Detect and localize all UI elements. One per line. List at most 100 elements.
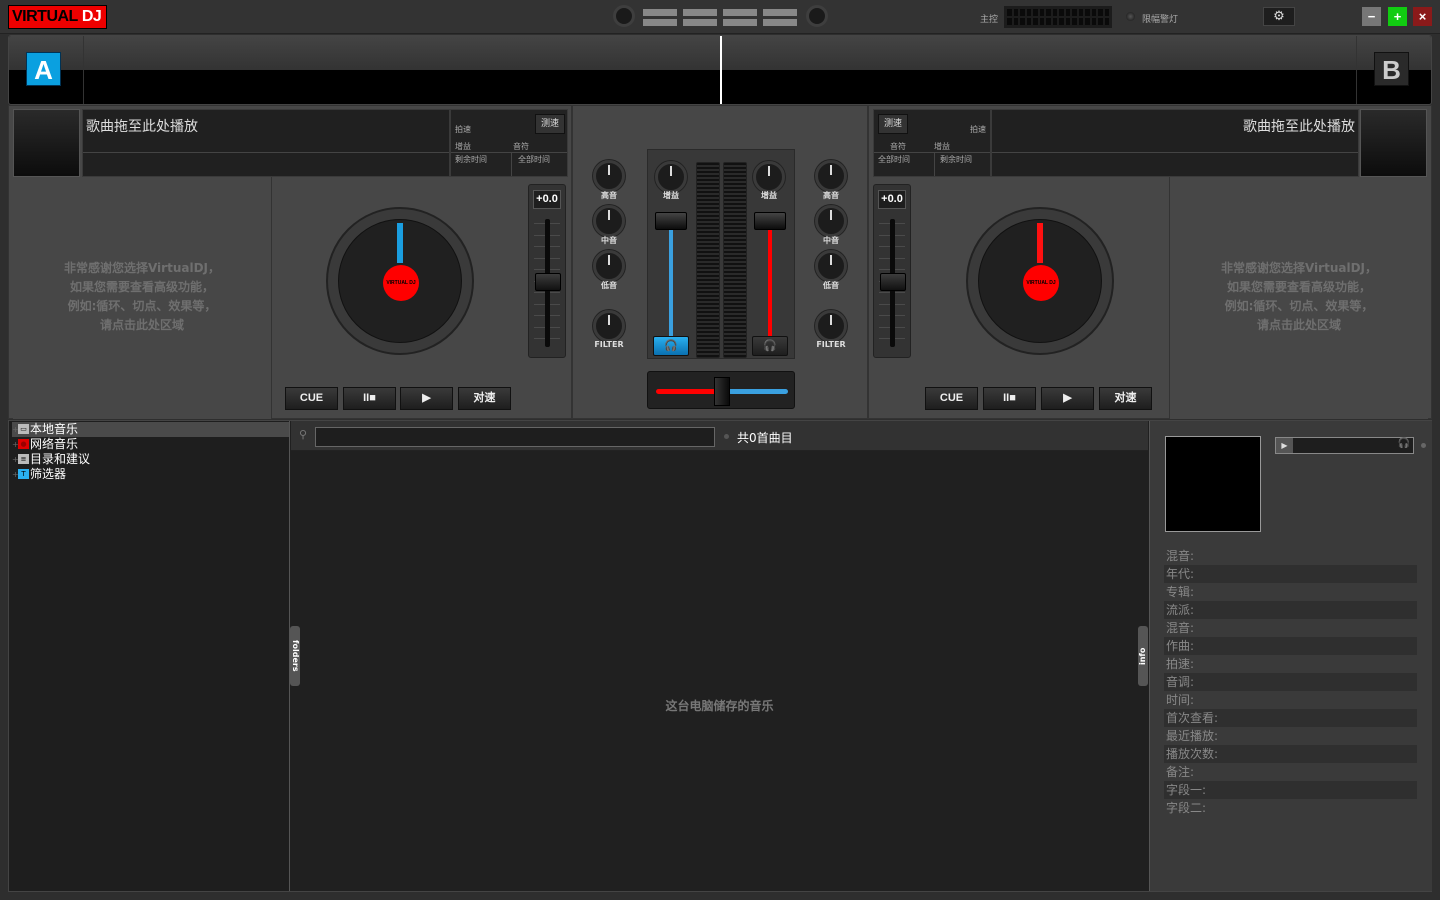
layout-bar-1[interactable] bbox=[643, 9, 677, 16]
divider bbox=[1356, 36, 1357, 104]
deck-a-vu-meter bbox=[696, 162, 720, 358]
folder-tree: + ▭ 本地音乐 + ● 网络音乐 + ≡ 目录和建议 + T 筛选器 bbox=[9, 421, 290, 891]
pitch-handle[interactable] bbox=[880, 273, 906, 291]
play-icon[interactable]: ▶ bbox=[1276, 438, 1293, 453]
deck-a-high-eq-knob[interactable] bbox=[593, 160, 625, 192]
crossfader[interactable] bbox=[647, 371, 795, 409]
network-icon: ● bbox=[18, 439, 29, 449]
tree-item-filters[interactable]: + T 筛选器 bbox=[12, 467, 289, 482]
info-field-row[interactable]: 字段二: bbox=[1164, 799, 1417, 817]
deck-b-pause-button[interactable]: II■ bbox=[983, 387, 1036, 410]
meter-segment bbox=[1052, 18, 1057, 25]
meter-segment bbox=[1046, 18, 1051, 25]
info-field-row[interactable]: 拍速: bbox=[1164, 655, 1417, 673]
layout-bar-2b[interactable] bbox=[683, 19, 717, 26]
deck-b-jog-wheel[interactable]: VIRTUAL DJ bbox=[966, 207, 1114, 355]
info-tab[interactable]: info bbox=[1138, 626, 1148, 686]
search-input[interactable] bbox=[315, 427, 715, 447]
deck-a-cue-button[interactable]: CUE bbox=[285, 387, 338, 410]
deck-a-gain-knob[interactable] bbox=[655, 161, 687, 193]
info-field-row[interactable]: 混音: bbox=[1164, 547, 1417, 565]
layout-bar-2[interactable] bbox=[683, 9, 717, 16]
gain-label: 增益 bbox=[663, 191, 679, 200]
deck-a-headphone-button[interactable]: 🎧 bbox=[653, 336, 689, 356]
layout-bar-4b[interactable] bbox=[763, 19, 797, 26]
meter-segment bbox=[1007, 9, 1012, 16]
maximize-icon: + bbox=[1393, 9, 1402, 24]
info-field-row[interactable]: 音调: bbox=[1164, 673, 1417, 691]
deck-a-low-eq-knob[interactable] bbox=[593, 250, 625, 282]
deck-b-volume-fader[interactable] bbox=[754, 212, 786, 230]
folders-tab[interactable]: folders bbox=[290, 626, 300, 686]
info-field-row[interactable]: 最近播放: bbox=[1164, 727, 1417, 745]
deck-b-title-box[interactable]: 歌曲拖至此处播放 bbox=[991, 109, 1359, 177]
deck-a-pause-button[interactable]: II■ bbox=[343, 387, 396, 410]
deck-a-mid-eq-knob[interactable] bbox=[593, 205, 625, 237]
deck-a-tap-button[interactable]: 测速 bbox=[535, 114, 565, 134]
deck-a-badge[interactable]: A bbox=[26, 52, 61, 86]
deck-a-pitch-slider[interactable]: +0.0 bbox=[528, 184, 566, 358]
info-field-row[interactable]: 备注: bbox=[1164, 763, 1417, 781]
remain-time-label[interactable]: 剩余时间 bbox=[940, 154, 972, 165]
remain-time-label[interactable]: 剩余时间 bbox=[455, 154, 487, 165]
deck-b-high-eq-knob[interactable] bbox=[815, 160, 847, 192]
options-dot-icon[interactable] bbox=[1421, 443, 1426, 448]
deck-a-volume-fader[interactable] bbox=[655, 212, 687, 230]
deck-a-sync-button[interactable]: 对速 bbox=[458, 387, 511, 410]
info-field-row[interactable]: 字段一: bbox=[1164, 781, 1417, 799]
total-time-label[interactable]: 全部时间 bbox=[518, 154, 550, 165]
info-field-row[interactable]: 混音: bbox=[1164, 619, 1417, 637]
info-field-row[interactable]: 作曲: bbox=[1164, 637, 1417, 655]
meter-segment bbox=[1052, 9, 1057, 16]
deck-a-jog-wheel[interactable]: VIRTUAL DJ bbox=[326, 207, 474, 355]
deck-a-title-box[interactable]: 歌曲拖至此处播放 bbox=[82, 109, 450, 177]
tree-item-local-music[interactable]: + ▭ 本地音乐 bbox=[12, 422, 289, 437]
deck-a-promo-area[interactable]: 非常感谢您选择VirtualDJ， 如果您需要查看高级功能， 例如:循环、切点、… bbox=[13, 177, 272, 419]
divider bbox=[511, 153, 512, 176]
options-dot-icon[interactable] bbox=[724, 434, 729, 439]
deck-b-pitch-slider[interactable]: +0.0 bbox=[873, 184, 911, 358]
minimize-button[interactable]: − bbox=[1362, 7, 1381, 26]
divider bbox=[874, 152, 990, 153]
deck-b-tap-button[interactable]: 测速 bbox=[878, 114, 908, 134]
info-field-row[interactable]: 年代: bbox=[1164, 565, 1417, 583]
info-field-row[interactable]: 专辑: bbox=[1164, 583, 1417, 601]
pitch-handle[interactable] bbox=[535, 273, 561, 291]
deck-b-badge[interactable]: B bbox=[1374, 52, 1409, 86]
info-field-row[interactable]: 流派: bbox=[1164, 601, 1417, 619]
total-time-label[interactable]: 全部时间 bbox=[878, 154, 910, 165]
layout-knob-right[interactable] bbox=[806, 5, 828, 27]
deck-a-position-marker bbox=[397, 223, 403, 263]
prelisten-player[interactable]: ▶ 🎧 bbox=[1275, 437, 1414, 454]
deck-b-low-eq-knob[interactable] bbox=[815, 250, 847, 282]
deck-b-play-button[interactable]: ▶ bbox=[1041, 387, 1094, 410]
waveform-display[interactable]: A B bbox=[8, 35, 1432, 105]
deck-a: 歌曲拖至此处播放 拍速 测速 增益 音符 剩余时间 全部时间 非常感谢您选择Vi… bbox=[8, 105, 572, 419]
info-field-row[interactable]: 首次查看: bbox=[1164, 709, 1417, 727]
deck-a-play-button[interactable]: ▶ bbox=[400, 387, 453, 410]
deck-b-position-marker bbox=[1037, 223, 1043, 263]
layout-bar-3[interactable] bbox=[723, 9, 757, 16]
layout-knob-left[interactable] bbox=[613, 5, 635, 27]
deck-b-gain-knob[interactable] bbox=[753, 161, 785, 193]
tree-item-lists-advice[interactable]: + ≡ 目录和建议 bbox=[12, 452, 289, 467]
deck-b-sync-button[interactable]: 对速 bbox=[1099, 387, 1152, 410]
deck-a-filter-knob[interactable] bbox=[593, 310, 625, 342]
layout-bar-4[interactable] bbox=[763, 9, 797, 16]
crossfader-handle[interactable] bbox=[714, 377, 730, 406]
close-button[interactable]: × bbox=[1413, 7, 1432, 26]
info-field-row[interactable]: 播放次数: bbox=[1164, 745, 1417, 763]
layout-bar-1b[interactable] bbox=[643, 19, 677, 26]
deck-b-cue-button[interactable]: CUE bbox=[925, 387, 978, 410]
deck-b-mid-eq-knob[interactable] bbox=[815, 205, 847, 237]
info-field-row[interactable]: 时间: bbox=[1164, 691, 1417, 709]
tree-item-online-music[interactable]: + ● 网络音乐 bbox=[12, 437, 289, 452]
deck-b-filter-knob[interactable] bbox=[815, 310, 847, 342]
track-count: 共0首曲目 bbox=[737, 431, 793, 445]
deck-b-promo-area[interactable]: 非常感谢您选择VirtualDJ， 如果您需要查看高级功能， 例如:循环、切点、… bbox=[1169, 177, 1428, 419]
gear-icon: ⚙ bbox=[1273, 9, 1285, 24]
settings-button[interactable]: ⚙ bbox=[1263, 7, 1295, 26]
maximize-button[interactable]: + bbox=[1388, 7, 1407, 26]
layout-bar-3b[interactable] bbox=[723, 19, 757, 26]
deck-b-headphone-button[interactable]: 🎧 bbox=[752, 336, 788, 356]
